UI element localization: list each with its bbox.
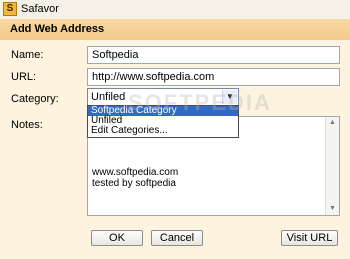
dialog-title: Add Web Address (10, 23, 105, 35)
name-field[interactable]: Softpedia (87, 46, 340, 64)
notes-scrollbar[interactable]: ▲ ▼ (325, 117, 339, 215)
name-label: Name: (11, 49, 44, 61)
scroll-up-icon[interactable]: ▲ (326, 117, 339, 129)
visit-url-button[interactable]: Visit URL (281, 230, 338, 246)
notes-text: www.softpedia.com tested by softpedia (92, 167, 179, 189)
category-option[interactable]: Edit Categories... (88, 126, 238, 136)
category-select[interactable]: Unfiled ▼ (87, 88, 239, 106)
ok-button[interactable]: OK (91, 230, 143, 246)
title-bar[interactable]: S Safavor (0, 0, 350, 20)
url-field[interactable]: http://www.softpedia.com (87, 68, 340, 86)
chevron-down-icon[interactable]: ▼ (222, 90, 237, 104)
window-title: Safavor (21, 3, 59, 15)
url-label: URL: (11, 71, 37, 83)
notes-label: Notes: (11, 119, 43, 131)
add-web-address-window: S Safavor Add Web Address Name: Softpedi… (0, 0, 350, 259)
cancel-button[interactable]: Cancel (151, 230, 203, 246)
scroll-down-icon[interactable]: ▼ (326, 203, 339, 215)
category-dropdown-list: Softpedia Category Unfiled Edit Categori… (87, 105, 239, 138)
dialog-header: Add Web Address (0, 19, 350, 41)
category-label: Category: (11, 93, 59, 105)
app-icon: S (3, 2, 17, 16)
category-select-value: Unfiled (91, 91, 126, 103)
